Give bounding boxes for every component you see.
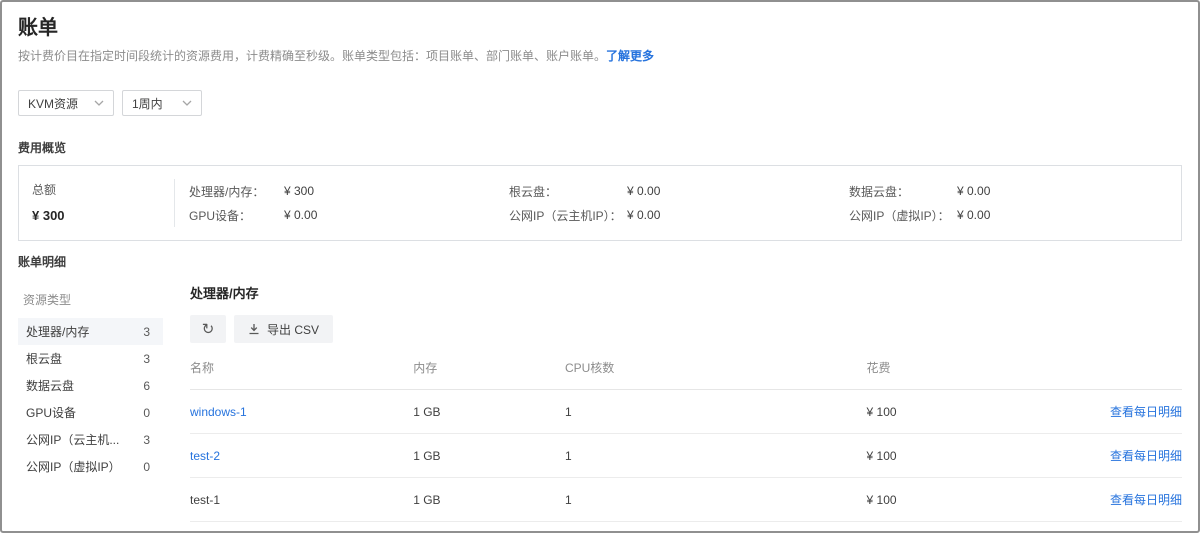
- table-header-row: 名称 内存 CPU核数 花费: [190, 349, 1182, 390]
- cost-cell: ¥ 100: [867, 390, 1083, 434]
- time-range-select[interactable]: 1周内: [122, 90, 202, 116]
- table-footer: 第 1-3 项，共 3 项 1 10 条/页: [190, 522, 1182, 533]
- resource-name-link[interactable]: test-1: [190, 478, 413, 522]
- sidebar-item-label: 公网IP（虚拟IP）: [26, 458, 121, 475]
- overview-item-value: ¥ 0.00: [627, 184, 660, 198]
- resource-type-select[interactable]: KVM资源: [18, 90, 114, 116]
- sidebar-item[interactable]: GPU设备 0: [18, 399, 163, 426]
- overview-item-label: 公网IP（虚拟IP）：: [849, 207, 957, 224]
- column-header-memory: 内存: [413, 349, 565, 390]
- filter-bar: KVM资源 1周内: [18, 90, 1182, 116]
- billing-table: 名称 内存 CPU核数 花费 windows-1 1 GB 1 ¥ 100 查看…: [190, 349, 1182, 522]
- time-range-value: 1周内: [132, 95, 163, 112]
- overview-grid: 处理器/内存： ¥ 300 GPU设备： ¥ 0.00 根云盘： ¥ 0.00 …: [175, 179, 1181, 227]
- overview-item-label: 处理器/内存：: [189, 183, 284, 200]
- overview-section-title: 费用概览: [18, 139, 1182, 156]
- overview-item-value: ¥ 0.00: [627, 208, 660, 222]
- view-daily-detail-link[interactable]: 查看每日明细: [1083, 434, 1182, 478]
- subtitle-text: 按计费价目在指定时间段统计的资源费用，计费精确至秒级。账单类型包括：项目账单、部…: [18, 49, 606, 63]
- sidebar-item-label: 数据云盘: [26, 377, 74, 394]
- resource-type-sidebar: 资源类型 处理器/内存 3 根云盘 3 数据云盘 6 GPU设备 0 公网IP（…: [18, 285, 163, 480]
- overview-item: 公网IP（虚拟IP）： ¥ 0.00: [849, 203, 1181, 227]
- memory-cell: 1 GB: [413, 390, 565, 434]
- export-csv-button[interactable]: 导出 CSV: [234, 315, 333, 343]
- detail-panel: 处理器/内存 ↻ 导出 CSV 名称 内存 CPU: [190, 283, 1182, 533]
- download-icon: [248, 323, 260, 335]
- page-subtitle: 按计费价目在指定时间段统计的资源费用，计费精确至秒级。账单类型包括：项目账单、部…: [18, 48, 1182, 64]
- memory-cell: 1 GB: [413, 478, 565, 522]
- table-row: test-2 1 GB 1 ¥ 100 查看每日明细: [190, 434, 1182, 478]
- overview-item: 处理器/内存： ¥ 300: [189, 179, 509, 203]
- total-label: 总额: [32, 181, 174, 198]
- sidebar-item[interactable]: 公网IP（云主机... 3: [18, 426, 163, 453]
- cost-cell: ¥ 100: [867, 478, 1083, 522]
- chevron-down-icon: [94, 100, 104, 106]
- cpu-cell: 1: [565, 478, 867, 522]
- sidebar-header: 资源类型: [18, 285, 163, 318]
- sidebar-item-count: 0: [143, 406, 150, 420]
- view-daily-detail-link[interactable]: 查看每日明细: [1083, 478, 1182, 522]
- column-header-cpu: CPU核数: [565, 349, 867, 390]
- sidebar-item[interactable]: 公网IP（虚拟IP） 0: [18, 453, 163, 480]
- column-header-cost: 花费: [867, 349, 1083, 390]
- total-value: ¥ 300: [32, 208, 174, 223]
- cpu-cell: 1: [565, 434, 867, 478]
- overview-item-label: GPU设备：: [189, 207, 284, 224]
- overview-item-label: 公网IP（云主机IP）：: [509, 207, 627, 224]
- billing-page: 账单 按计费价目在指定时间段统计的资源费用，计费精确至秒级。账单类型包括：项目账…: [0, 0, 1200, 533]
- sidebar-item-count: 6: [143, 379, 150, 393]
- export-csv-label: 导出 CSV: [267, 321, 319, 338]
- refresh-icon: ↻: [202, 320, 215, 338]
- overview-item-value: ¥ 0.00: [957, 184, 990, 198]
- sidebar-item-label: 根云盘: [26, 350, 62, 367]
- panel-title: 处理器/内存: [190, 283, 1182, 302]
- overview-item-value: ¥ 0.00: [957, 208, 990, 222]
- resource-name-link[interactable]: windows-1: [190, 390, 413, 434]
- column-header-action: [1083, 349, 1182, 390]
- refresh-button[interactable]: ↻: [190, 315, 226, 343]
- total-cost: 总额 ¥ 300: [19, 179, 175, 227]
- page-title: 账单: [18, 16, 1182, 40]
- sidebar-item-label: 处理器/内存: [26, 323, 89, 340]
- overview-item: 公网IP（云主机IP）： ¥ 0.00: [509, 203, 849, 227]
- resource-name-link[interactable]: test-2: [190, 434, 413, 478]
- detail-body: 资源类型 处理器/内存 3 根云盘 3 数据云盘 6 GPU设备 0 公网IP（…: [18, 283, 1182, 533]
- chevron-down-icon: [182, 100, 192, 106]
- column-header-name: 名称: [190, 349, 413, 390]
- sidebar-item[interactable]: 处理器/内存 3: [18, 318, 163, 345]
- sidebar-item-count: 3: [143, 352, 150, 366]
- overview-item-label: 数据云盘：: [849, 183, 957, 200]
- sidebar-item-count: 3: [143, 325, 150, 339]
- resource-type-value: KVM资源: [28, 95, 78, 112]
- cost-cell: ¥ 100: [867, 434, 1083, 478]
- overview-item-value: ¥ 300: [284, 184, 314, 198]
- detail-section-title: 账单明细: [18, 253, 1182, 270]
- cpu-cell: 1: [565, 390, 867, 434]
- learn-more-link[interactable]: 了解更多: [606, 49, 654, 63]
- sidebar-item[interactable]: 数据云盘 6: [18, 372, 163, 399]
- toolbar: ↻ 导出 CSV: [190, 315, 1182, 343]
- sidebar-item[interactable]: 根云盘 3: [18, 345, 163, 372]
- table-row: windows-1 1 GB 1 ¥ 100 查看每日明细: [190, 390, 1182, 434]
- sidebar-item-label: 公网IP（云主机...: [26, 431, 119, 448]
- overview-item: 数据云盘： ¥ 0.00: [849, 179, 1181, 203]
- view-daily-detail-link[interactable]: 查看每日明细: [1083, 390, 1182, 434]
- table-row: test-1 1 GB 1 ¥ 100 查看每日明细: [190, 478, 1182, 522]
- sidebar-item-count: 0: [143, 460, 150, 474]
- memory-cell: 1 GB: [413, 434, 565, 478]
- cost-overview-box: 总额 ¥ 300 处理器/内存： ¥ 300 GPU设备： ¥ 0.00 根云盘…: [18, 165, 1182, 241]
- sidebar-item-label: GPU设备: [26, 404, 76, 421]
- overview-item-label: 根云盘：: [509, 183, 627, 200]
- overview-item: GPU设备： ¥ 0.00: [189, 203, 509, 227]
- sidebar-item-count: 3: [143, 433, 150, 447]
- overview-item: 根云盘： ¥ 0.00: [509, 179, 849, 203]
- overview-item-value: ¥ 0.00: [284, 208, 317, 222]
